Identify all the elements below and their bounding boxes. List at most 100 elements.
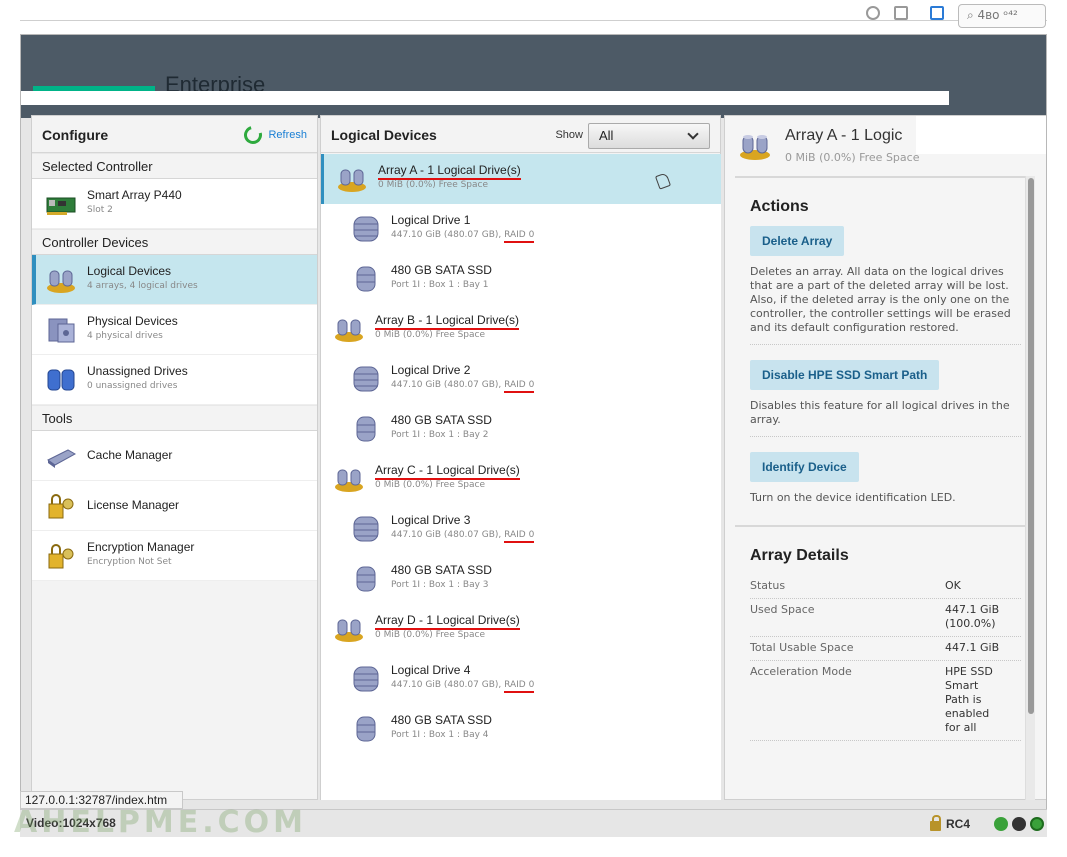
- lock-icon: [930, 814, 941, 831]
- encryption-label: RC4: [946, 817, 971, 831]
- logical-drive-row[interactable]: Logical Drive 4 447.10 GiB (480.07 GB), R…: [321, 654, 721, 704]
- unassigned-drives-icon: [46, 366, 76, 394]
- nav-item-label: Unassigned Drives: [87, 364, 188, 378]
- show-filter-select[interactable]: All: [588, 123, 710, 149]
- nav-item-logical-devices[interactable]: Logical Devices 4 arrays, 4 logical drive…: [32, 255, 317, 305]
- physical-drive-row[interactable]: 480 GB SATA SSD Port 1I : Box 1 : Bay 3: [321, 554, 721, 604]
- action-item: Identify Device Turn on the device identi…: [735, 452, 1031, 525]
- raid-level: RAID 0: [504, 380, 535, 393]
- nav-item-smart-array-p440[interactable]: Smart Array P440 Slot 2: [32, 179, 317, 229]
- row-label: Logical Drive 3: [391, 513, 471, 527]
- array-row[interactable]: Array B - 1 Logical Drive(s) 0 MiB (0.0%)…: [321, 304, 721, 354]
- physical-drive-row[interactable]: 480 GB SATA SSD Port 1I : Box 1 : Bay 4: [321, 704, 721, 754]
- cache-manager-icon: [46, 442, 77, 470]
- action-description: Disables this feature for all logical dr…: [750, 399, 1021, 437]
- row-label: 480 GB SATA SSD: [391, 263, 492, 277]
- logical-devices-icon: [46, 266, 76, 294]
- nav-item-sublabel: 4 physical drives: [87, 331, 163, 341]
- details-subtitle: 0 MiB (0.0%) Free Space: [785, 151, 920, 164]
- nav-item-sublabel: Encryption Not Set: [87, 557, 172, 567]
- nav-item-label: Encryption Manager: [87, 540, 195, 554]
- array-row[interactable]: Array A - 1 Logical Drive(s) 0 MiB (0.0%)…: [321, 154, 721, 204]
- row-sublabel: 447.10 GiB (480.07 GB), RAID 0: [391, 230, 535, 243]
- array-icon: [334, 465, 364, 493]
- refresh-icon: [241, 122, 266, 148]
- details-title-overlay: [916, 116, 1046, 154]
- action-button-delete-array[interactable]: Delete Array: [750, 226, 845, 256]
- actions-heading: Actions: [750, 198, 809, 215]
- ssd-drive-icon: [351, 415, 381, 443]
- array-row[interactable]: Array D - 1 Logical Drive(s) 0 MiB (0.0%)…: [321, 604, 721, 654]
- nav-item-physical-devices[interactable]: Physical Devices 4 physical drives: [32, 305, 317, 355]
- detail-key: Acceleration Mode: [750, 665, 852, 678]
- download-icon[interactable]: [930, 6, 944, 20]
- row-sublabel: 447.10 GiB (480.07 GB), RAID 0: [391, 530, 535, 543]
- controller-card-icon: [46, 190, 76, 218]
- nav-item-unassigned-drives[interactable]: Unassigned Drives 0 unassigned drives: [32, 355, 317, 405]
- app-frame: Enterprise Configure Refresh Selected Co…: [20, 34, 1047, 837]
- nav-item-cache-manager[interactable]: Cache Manager: [32, 431, 317, 481]
- details-scrollbar[interactable]: [1025, 176, 1035, 800]
- detail-row: Total Usable Space 447.1 GiB: [750, 637, 1021, 661]
- detail-value: HPE SSD Smart Path is enabled for all: [945, 665, 993, 734]
- row-label: Logical Drive 1: [391, 213, 471, 227]
- logical-devices-header: Logical Devices Show All: [321, 116, 720, 153]
- scrollbar-thumb[interactable]: [1028, 178, 1034, 714]
- license-manager-icon: [46, 492, 76, 520]
- brand-bar: Enterprise: [21, 35, 1046, 118]
- refresh-button[interactable]: Refresh: [241, 122, 307, 148]
- nav-item-license-manager[interactable]: License Manager: [32, 481, 317, 531]
- physical-drive-row[interactable]: 480 GB SATA SSD Port 1I : Box 1 : Bay 1: [321, 254, 721, 304]
- ssd-drive-icon: [351, 715, 381, 743]
- row-size: 447.10 GiB (480.07 GB),: [391, 380, 505, 390]
- action-button-disable-hpe-ssd-smart-path[interactable]: Disable HPE SSD Smart Path: [750, 360, 940, 390]
- power-icon[interactable]: [1030, 817, 1044, 831]
- configure-header: Configure Refresh: [32, 116, 317, 153]
- array-icon: [740, 135, 770, 160]
- browser-top-strip: ⌕ 4ʙᴏ ᵒ⁴²: [0, 0, 1067, 34]
- details-scroll: Actions Delete Array Deletes an array. Al…: [735, 176, 1031, 800]
- row-sublabel: 0 MiB (0.0%) Free Space: [378, 180, 489, 190]
- row-sublabel: 0 MiB (0.0%) Free Space: [375, 480, 486, 490]
- nav-item-encryption-manager[interactable]: Encryption Manager Encryption Not Set: [32, 531, 317, 581]
- nav-item-label: Logical Devices: [87, 264, 172, 278]
- nav-item-label: Cache Manager: [87, 448, 173, 462]
- configure-title: Configure: [42, 127, 109, 143]
- history-icon[interactable]: [866, 6, 880, 20]
- encryption-manager-icon: [46, 542, 76, 570]
- logical-drive-icon: [351, 665, 381, 693]
- top-search-box[interactable]: ⌕ 4ʙᴏ ᵒ⁴²: [958, 4, 1046, 28]
- section-heading: Controller Devices: [32, 229, 317, 255]
- row-label: Logical Drive 2: [391, 363, 471, 377]
- details-header: Array A - 1 Logic 0 MiB (0.0%) Free Spac…: [725, 116, 1046, 176]
- array-row[interactable]: Array C - 1 Logical Drive(s) 0 MiB (0.0%)…: [321, 454, 721, 504]
- raid-level: RAID 0: [504, 230, 535, 243]
- detail-value: 447.1 GiB (100.0%): [945, 603, 1000, 630]
- logical-drive-row[interactable]: Logical Drive 1 447.10 GiB (480.07 GB), R…: [321, 204, 721, 254]
- row-size: 447.10 GiB (480.07 GB),: [391, 230, 505, 240]
- ssd-drive-icon: [351, 265, 381, 293]
- physical-drive-row[interactable]: 480 GB SATA SSD Port 1I : Box 1 : Bay 2: [321, 404, 721, 454]
- row-sublabel: Port 1I : Box 1 : Bay 1: [391, 280, 489, 290]
- array-icon: [337, 165, 367, 193]
- action-item: Disable HPE SSD Smart Path Disables this …: [735, 360, 1031, 452]
- top-divider: [20, 20, 1047, 21]
- raid-level: RAID 0: [504, 530, 535, 543]
- row-sublabel: Port 1I : Box 1 : Bay 4: [391, 730, 489, 740]
- brand-white-band: [21, 91, 949, 105]
- row-sublabel: 0 MiB (0.0%) Free Space: [375, 630, 486, 640]
- row-label: 480 GB SATA SSD: [391, 563, 492, 577]
- row-label: Array B - 1 Logical Drive(s): [375, 313, 520, 330]
- star-icon[interactable]: [894, 6, 908, 20]
- details-panel: Array A - 1 Logic 0 MiB (0.0%) Free Spac…: [724, 115, 1046, 800]
- raid-level: RAID 0: [504, 680, 535, 693]
- logical-drive-row[interactable]: Logical Drive 2 447.10 GiB (480.07 GB), R…: [321, 354, 721, 404]
- status-led-green-icon: [994, 817, 1008, 831]
- logical-drive-row[interactable]: Logical Drive 3 447.10 GiB (480.07 GB), R…: [321, 504, 721, 554]
- action-item: Delete Array Deletes an array. All data o…: [735, 226, 1031, 360]
- row-label: Array D - 1 Logical Drive(s): [375, 613, 520, 630]
- detail-key: Status: [750, 579, 786, 592]
- row-sublabel: Port 1I : Box 1 : Bay 2: [391, 430, 489, 440]
- show-filter-value: All: [599, 128, 614, 143]
- action-button-identify-device[interactable]: Identify Device: [750, 452, 859, 482]
